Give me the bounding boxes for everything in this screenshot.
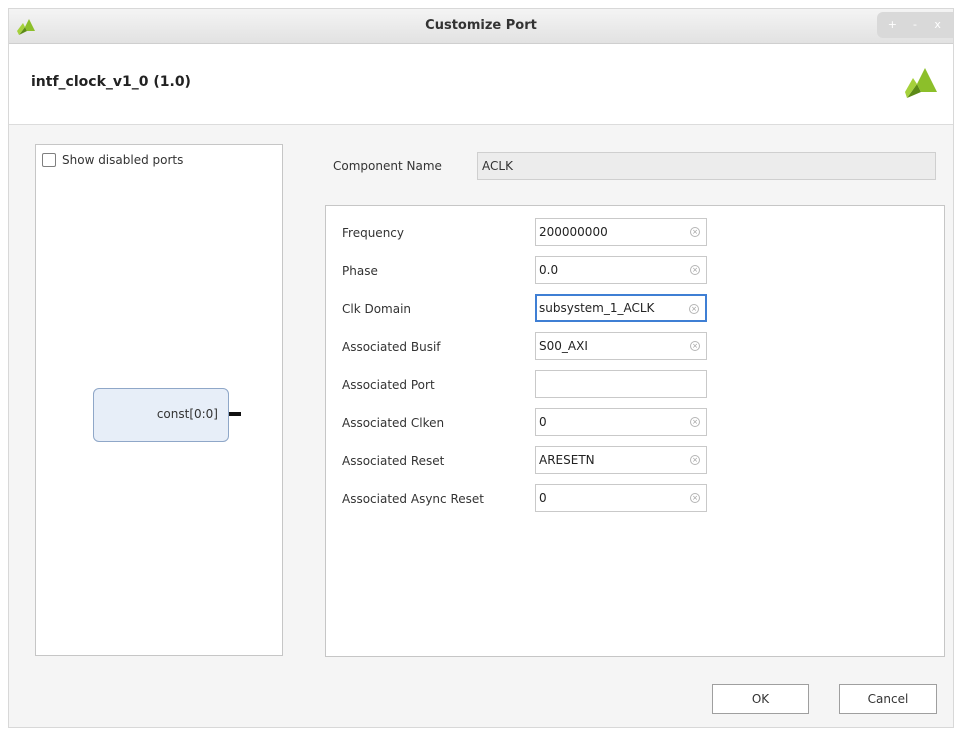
associated-clken-row: Associated Clken 0 × bbox=[342, 408, 712, 436]
associated-busif-input[interactable]: S00_AXI × bbox=[535, 332, 707, 360]
associated-async-reset-input[interactable]: 0 × bbox=[535, 484, 707, 512]
port-pin bbox=[229, 412, 241, 416]
frequency-label: Frequency bbox=[342, 226, 404, 240]
associated-port-label: Associated Port bbox=[342, 378, 435, 392]
maximize-icon[interactable]: + bbox=[885, 18, 899, 32]
clear-phase-icon[interactable]: × bbox=[690, 265, 700, 275]
associated-clken-value: 0 bbox=[539, 415, 547, 429]
port-parameters-panel: Frequency 200000000 × Phase 0.0 × Clk Do… bbox=[325, 205, 945, 657]
window-controls: + - x bbox=[877, 12, 953, 38]
show-disabled-ports-toggle[interactable]: Show disabled ports bbox=[42, 153, 183, 167]
associated-busif-value: S00_AXI bbox=[539, 339, 588, 353]
frequency-input[interactable]: 200000000 × bbox=[535, 218, 707, 246]
associated-port-input[interactable] bbox=[535, 370, 707, 398]
port-symbol[interactable]: const[0:0] bbox=[93, 388, 229, 442]
clear-frequency-icon[interactable]: × bbox=[690, 227, 700, 237]
title-bar[interactable]: Customize Port + - x bbox=[9, 9, 953, 44]
phase-row: Phase 0.0 × bbox=[342, 256, 712, 284]
phase-label: Phase bbox=[342, 264, 378, 278]
associated-reset-value: ARESETN bbox=[539, 453, 595, 467]
close-icon[interactable]: x bbox=[931, 18, 945, 32]
associated-busif-label: Associated Busif bbox=[342, 340, 441, 354]
xilinx-logo-icon bbox=[905, 68, 937, 98]
associated-port-row: Associated Port bbox=[342, 370, 712, 398]
minimize-icon[interactable]: - bbox=[908, 18, 922, 32]
clk-domain-row: Clk Domain subsystem_1_ACLK × bbox=[342, 294, 712, 322]
associated-reset-label: Associated Reset bbox=[342, 454, 445, 468]
customize-port-dialog: Customize Port + - x intf_clock_v1_0 (1.… bbox=[8, 8, 954, 728]
component-name-label: Component Name bbox=[333, 159, 442, 173]
associated-reset-input[interactable]: ARESETN × bbox=[535, 446, 707, 474]
clk-domain-value: subsystem_1_ACLK bbox=[539, 301, 655, 315]
frequency-row: Frequency 200000000 × bbox=[342, 218, 712, 246]
clk-domain-label: Clk Domain bbox=[342, 302, 412, 316]
clear-associated-busif-icon[interactable]: × bbox=[690, 341, 700, 351]
ok-button[interactable]: OK bbox=[712, 684, 809, 714]
ip-title: intf_clock_v1_0 (1.0) bbox=[31, 74, 191, 90]
associated-busif-row: Associated Busif S00_AXI × bbox=[342, 332, 712, 360]
show-disabled-ports-label: Show disabled ports bbox=[62, 153, 184, 167]
port-preview-panel: Show disabled ports const[0:0] bbox=[35, 144, 283, 656]
port-symbol-label: const[0:0] bbox=[156, 407, 218, 421]
show-disabled-ports-checkbox[interactable] bbox=[42, 153, 56, 167]
associated-async-reset-row: Associated Async Reset 0 × bbox=[342, 484, 712, 512]
associated-async-reset-value: 0 bbox=[539, 491, 547, 505]
cancel-button[interactable]: Cancel bbox=[839, 684, 937, 714]
associated-reset-row: Associated Reset ARESETN × bbox=[342, 446, 712, 474]
clk-domain-input[interactable]: subsystem_1_ACLK × bbox=[535, 294, 707, 322]
dialog-header: intf_clock_v1_0 (1.0) bbox=[9, 44, 953, 125]
window-title: Customize Port bbox=[425, 18, 537, 33]
clear-associated-reset-icon[interactable]: × bbox=[690, 455, 700, 465]
phase-input[interactable]: 0.0 × bbox=[535, 256, 707, 284]
clear-associated-clken-icon[interactable]: × bbox=[690, 417, 700, 427]
clear-clk-domain-icon[interactable]: × bbox=[689, 304, 699, 314]
phase-value: 0.0 bbox=[539, 263, 559, 277]
associated-clken-label: Associated Clken bbox=[342, 416, 445, 430]
clear-associated-async-reset-icon[interactable]: × bbox=[690, 493, 700, 503]
component-name-field[interactable]: ACLK bbox=[477, 152, 936, 180]
frequency-value: 200000000 bbox=[539, 225, 608, 239]
associated-async-reset-label: Associated Async Reset bbox=[342, 492, 484, 506]
associated-clken-input[interactable]: 0 × bbox=[535, 408, 707, 436]
